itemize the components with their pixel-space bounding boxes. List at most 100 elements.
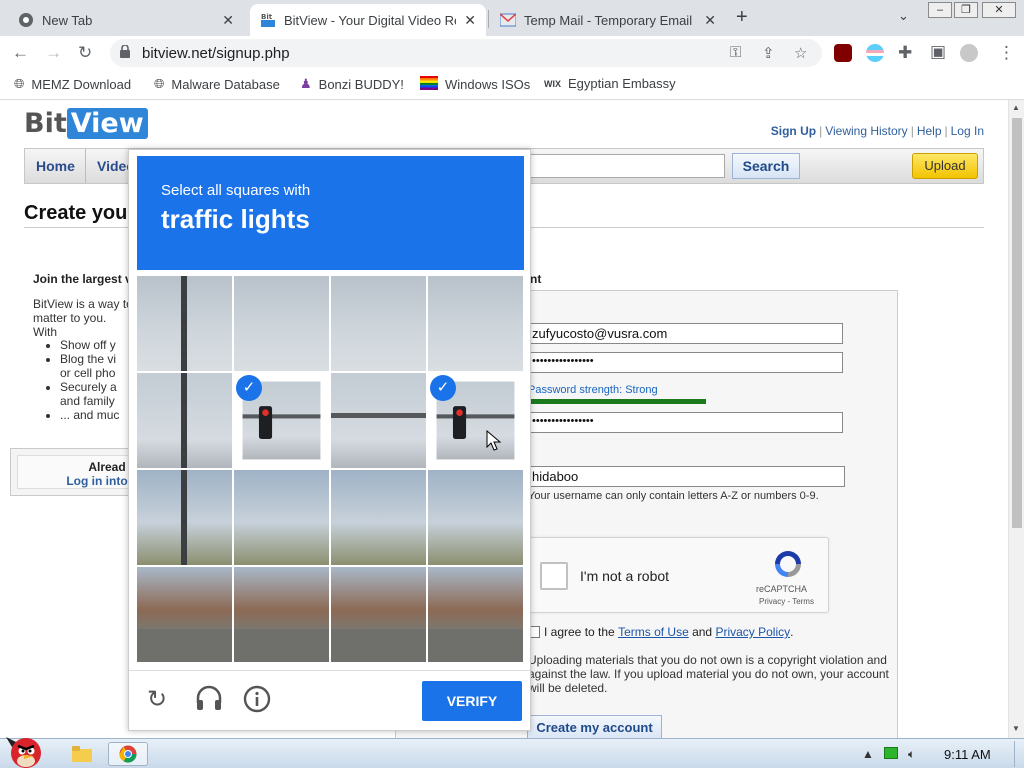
tab-new-tab[interactable]: New Tab ✕	[8, 4, 244, 36]
tile-image	[137, 373, 232, 468]
scroll-down-icon[interactable]: ▼	[1012, 724, 1020, 733]
tile-image	[428, 470, 523, 565]
tile-image	[137, 276, 232, 371]
reload-icon[interactable]: ↻	[78, 43, 92, 63]
tile-image	[137, 567, 232, 662]
chrome-taskbar-icon[interactable]	[108, 742, 148, 766]
side-panel-icon[interactable]: ▣	[930, 42, 946, 62]
challenge-tile[interactable]	[428, 276, 523, 371]
challenge-tile[interactable]	[428, 470, 523, 565]
viewing-history-link[interactable]: Viewing History	[825, 124, 907, 138]
signup-link[interactable]: Sign Up	[771, 124, 816, 138]
login-link[interactable]: Log In	[951, 124, 984, 138]
challenge-tile[interactable]	[137, 470, 232, 565]
key-icon[interactable]: ⚿	[730, 44, 741, 61]
new-tab-icon[interactable]: +	[736, 6, 748, 29]
start-button-angry-bird-icon[interactable]	[4, 731, 48, 768]
headphones-icon[interactable]	[195, 685, 223, 718]
bookmark-memz[interactable]: 🌐︎ MEMZ Download	[14, 76, 131, 92]
feature-list: Show off y Blog the vi or cell pho Secur…	[60, 338, 135, 422]
bookmark-windows-isos[interactable]: Windows ISOs	[420, 76, 530, 93]
list-item: Securely a	[60, 380, 135, 394]
scroll-thumb[interactable]	[1012, 118, 1022, 528]
volume-icon[interactable]: 🔈︎	[908, 747, 915, 762]
taskbar-clock[interactable]: 9:11 AM	[944, 747, 991, 762]
page-scrollbar[interactable]: ▲ ▼	[1008, 100, 1024, 738]
challenge-instruction: Select all squares with	[161, 182, 311, 199]
bookmark-bonzi[interactable]: ♟ Bonzi BUDDY!	[300, 76, 404, 92]
tab-bitview[interactable]: Bit BitView - Your Digital Video Re ✕	[250, 4, 486, 36]
close-tab-icon[interactable]: ✕	[464, 12, 476, 29]
create-account-button[interactable]: Create my account	[527, 715, 662, 738]
recaptcha-checkbox[interactable]	[540, 562, 568, 590]
challenge-tile[interactable]	[137, 567, 232, 662]
nav-home[interactable]: Home	[36, 158, 75, 174]
login-into-link[interactable]: Log in into	[18, 474, 136, 488]
challenge-tile[interactable]	[234, 470, 329, 565]
email-field[interactable]: zufyucosto@vusra.com	[528, 323, 843, 344]
close-window-icon[interactable]: ✕	[982, 2, 1016, 18]
close-tab-icon[interactable]: ✕	[222, 12, 234, 29]
challenge-tile[interactable]	[331, 276, 426, 371]
bitview-logo[interactable]: Bit View	[24, 108, 148, 139]
challenge-tile[interactable]	[137, 373, 232, 468]
upload-button[interactable]: Upload	[912, 153, 978, 179]
page-title: Create you	[24, 202, 128, 224]
privacy-policy-link[interactable]: Privacy Policy	[715, 625, 790, 639]
bookmark-malware-db[interactable]: 🌐︎ Malware Database	[154, 76, 280, 92]
list-item: ... and muc	[60, 408, 135, 422]
tile-image	[428, 567, 523, 662]
bookmark-egyptian-embassy[interactable]: WIX Egyptian Embassy	[544, 76, 676, 91]
forward-icon[interactable]: →	[45, 43, 62, 63]
ublock-icon[interactable]	[834, 44, 852, 62]
challenge-footer: ↻ VERIFY	[129, 670, 530, 730]
restore-icon[interactable]: ❐	[954, 2, 978, 18]
chevron-down-icon[interactable]: ⌄	[898, 8, 909, 24]
file-explorer-icon[interactable]	[62, 742, 102, 766]
help-link[interactable]: Help	[917, 124, 942, 138]
recaptcha-logo-icon	[772, 548, 804, 580]
extension-icon[interactable]	[866, 44, 884, 62]
minimize-icon[interactable]: –	[928, 2, 952, 18]
reload-challenge-icon[interactable]: ↻	[147, 685, 167, 714]
challenge-tile[interactable]	[137, 276, 232, 371]
top-links: Sign Up | Viewing History | Help | Log In	[770, 124, 984, 138]
close-tab-icon[interactable]: ✕	[704, 12, 716, 29]
already-member-box: Alread Log in into	[10, 448, 138, 496]
tile-image	[234, 470, 329, 565]
show-desktop-button[interactable]	[1014, 741, 1024, 767]
address-bar[interactable]: bitview.net/signup.php ⚿ ⇪ ☆	[110, 39, 822, 67]
tab-temp-mail[interactable]: Temp Mail - Temporary Email ✕	[490, 4, 726, 36]
challenge-tile[interactable]	[331, 470, 426, 565]
challenge-tile[interactable]	[331, 567, 426, 662]
challenge-tile[interactable]	[234, 276, 329, 371]
challenge-tile[interactable]: ✓	[428, 373, 523, 468]
terms-of-use-link[interactable]: Terms of Use	[618, 625, 689, 639]
challenge-tile[interactable]	[428, 567, 523, 662]
list-item: Show off y	[60, 338, 135, 352]
lock-icon	[120, 44, 130, 61]
confirm-password-field[interactable]: ••••••••••••••••	[528, 412, 843, 433]
recaptcha-terms[interactable]: Privacy - Terms	[759, 597, 814, 606]
puzzle-icon[interactable]: ✚	[898, 43, 912, 63]
search-input[interactable]	[529, 154, 725, 178]
search-button[interactable]: Search	[732, 153, 800, 179]
scroll-up-icon[interactable]: ▲	[1012, 103, 1020, 112]
challenge-tile[interactable]: ✓	[234, 373, 329, 468]
network-icon[interactable]	[884, 747, 898, 759]
star-icon[interactable]: ☆	[794, 44, 807, 62]
challenge-tile[interactable]	[331, 373, 426, 468]
verify-button[interactable]: VERIFY	[422, 681, 522, 721]
info-icon[interactable]	[243, 685, 271, 720]
password-field[interactable]: ••••••••••••••••	[528, 352, 843, 373]
profile-avatar[interactable]	[960, 44, 978, 62]
menu-dots-icon[interactable]: ⋮	[998, 43, 1015, 63]
tray-expand-icon[interactable]: ▲	[862, 747, 874, 761]
recaptcha-brand: reCAPTCHA	[756, 584, 808, 594]
challenge-tile[interactable]	[234, 567, 329, 662]
back-icon[interactable]: ←	[12, 43, 29, 63]
recaptcha-challenge-popup: Select all squares with traffic lights ✓…	[128, 149, 531, 731]
copyright-notice: Uploading materials that you do not own …	[528, 653, 889, 695]
username-field[interactable]: hidaboo	[528, 466, 845, 487]
share-icon[interactable]: ⇪	[762, 44, 775, 62]
